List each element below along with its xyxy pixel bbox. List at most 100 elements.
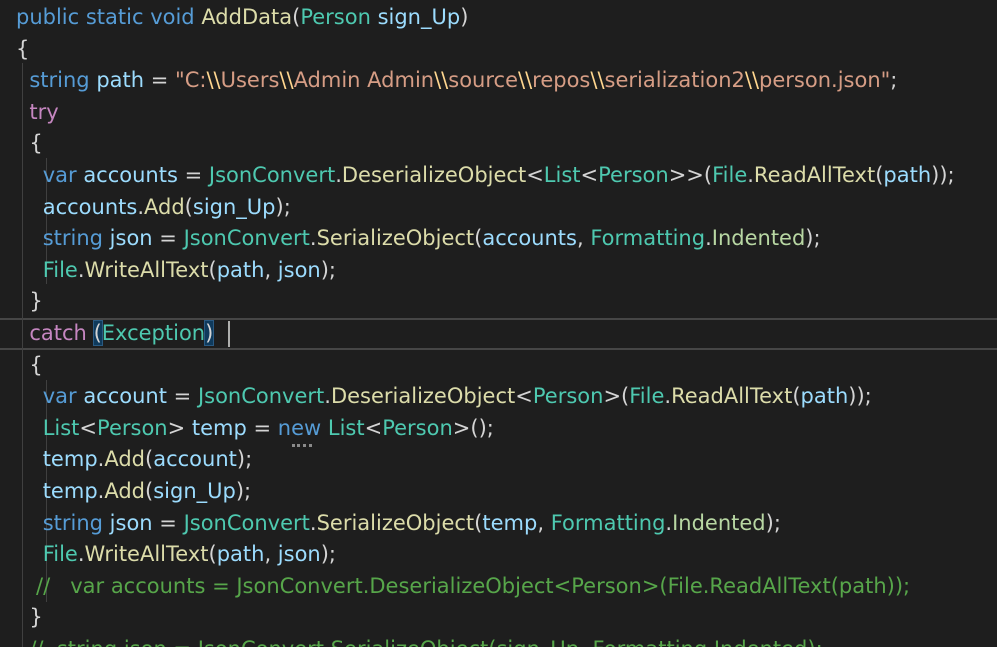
code-token: temp [42, 447, 98, 472]
code-token: Formatting [590, 226, 706, 251]
code-token: ); [805, 226, 821, 251]
code-token: DeserializeObject [341, 163, 527, 187]
code-token: Users [220, 68, 280, 93]
code-token: . [77, 542, 85, 567]
code-token: Indented [711, 226, 806, 251]
code-token: JsonConvert [183, 226, 310, 251]
code-token: File [629, 384, 665, 409]
code-token: JsonConvert [197, 384, 325, 409]
code-token: json [103, 510, 153, 535]
code-token: sign_Up [192, 194, 276, 219]
code-line[interactable]: { [16, 128, 997, 160]
code-token: string [29, 68, 90, 93]
code-token: \\ [590, 68, 605, 93]
code-token: ; [890, 68, 898, 93]
code-token: < [364, 415, 383, 440]
code-token: ); [320, 542, 337, 567]
code-token: new [277, 415, 322, 440]
code-token: Person [598, 163, 669, 187]
code-token: SerializeObject [316, 226, 475, 251]
code-token: ReadAllText [671, 384, 793, 409]
code-token: List [543, 163, 581, 187]
code-token: AddData [201, 5, 293, 29]
code-line[interactable]: public static void AddData(Person sign_U… [16, 2, 997, 34]
code-token: public static void [16, 5, 202, 29]
code-token: "C: [175, 68, 207, 93]
code-token: . [747, 163, 754, 187]
code-token: . [77, 257, 85, 282]
code-token: path [216, 542, 265, 567]
code-line[interactable]: } [16, 602, 997, 634]
code-line[interactable]: string json = JsonConvert.SerializeObjec… [16, 223, 997, 255]
code-token: ( [792, 384, 801, 409]
code-token: , [264, 542, 278, 567]
code-token: = [144, 68, 176, 93]
code-token: = [152, 510, 184, 535]
code-line[interactable]: catch (Exception) [16, 318, 997, 350]
code-token: . [309, 510, 317, 535]
code-token: Add [144, 194, 185, 219]
code-line[interactable]: { [16, 34, 997, 66]
code-token: string [42, 510, 103, 535]
code-line[interactable]: File.WriteAllText(path, json); [16, 255, 997, 287]
code-token: JsonConvert [183, 510, 310, 535]
code-token: Indented [672, 510, 766, 535]
code-token: Person [300, 5, 371, 29]
code-line[interactable]: var account = JsonConvert.DeserializeObj… [16, 381, 997, 413]
code-token: ( [208, 542, 217, 567]
code-token: path [216, 257, 265, 282]
code-token: < [526, 163, 544, 187]
code-token: sign_Up [370, 5, 461, 29]
code-line[interactable]: { [16, 350, 997, 382]
code-token: temp [42, 479, 98, 503]
code-line[interactable]: accounts.Add(sign_Up); [16, 192, 997, 224]
code-token: >( [603, 384, 630, 409]
code-line[interactable]: var accounts = JsonConvert.DeserializeOb… [16, 160, 997, 192]
code-token: . [335, 163, 342, 187]
code-token: >>( [668, 163, 713, 187]
code-token: var [42, 384, 77, 409]
code-token: ( [145, 479, 154, 503]
code-token: Add [104, 479, 146, 503]
code-token: { [29, 131, 43, 156]
code-line[interactable]: string json = JsonConvert.SerializeObjec… [16, 508, 997, 540]
code-line[interactable]: File.WriteAllText(path, json); [16, 539, 997, 571]
code-token: json [103, 226, 153, 251]
code-token: accounts [482, 226, 577, 251]
code-token: path [883, 163, 932, 187]
code-token: ( [145, 447, 154, 472]
code-editor[interactable]: public static void AddData ( Person sign_U… [0, 0, 997, 647]
code-token: , [576, 226, 591, 251]
code-token: = [166, 384, 198, 409]
code-line[interactable]: temp.Add(sign_Up); [16, 476, 997, 508]
code-token: // var accounts = JsonConvert.Deserializ… [36, 573, 911, 598]
code-line[interactable]: // var accounts = JsonConvert.Deserializ… [16, 571, 997, 603]
code-token: account [76, 384, 167, 409]
code-line[interactable]: List<Person> temp = new List<Person>(); [16, 413, 997, 445]
code-line[interactable]: temp.Add(account); [16, 444, 997, 476]
code-token: // string json = JsonConvert.SerializeOb… [29, 637, 822, 647]
code-token: ); [235, 479, 252, 503]
code-token: )); [931, 163, 955, 187]
code-token: \\ [518, 68, 533, 93]
code-token: >(); [452, 415, 494, 440]
suggestion-squiggle[interactable] [292, 440, 312, 447]
code-token: . [309, 226, 317, 251]
code-line[interactable]: string path = "C:\\Users\\Admin Admin\\s… [16, 65, 997, 97]
code-token: ); [765, 510, 781, 535]
code-line[interactable]: // string json = JsonConvert.SerializeOb… [16, 634, 997, 647]
code-line[interactable]: } [16, 286, 997, 318]
code-token: . [324, 384, 331, 409]
code-line[interactable]: try [16, 97, 997, 129]
